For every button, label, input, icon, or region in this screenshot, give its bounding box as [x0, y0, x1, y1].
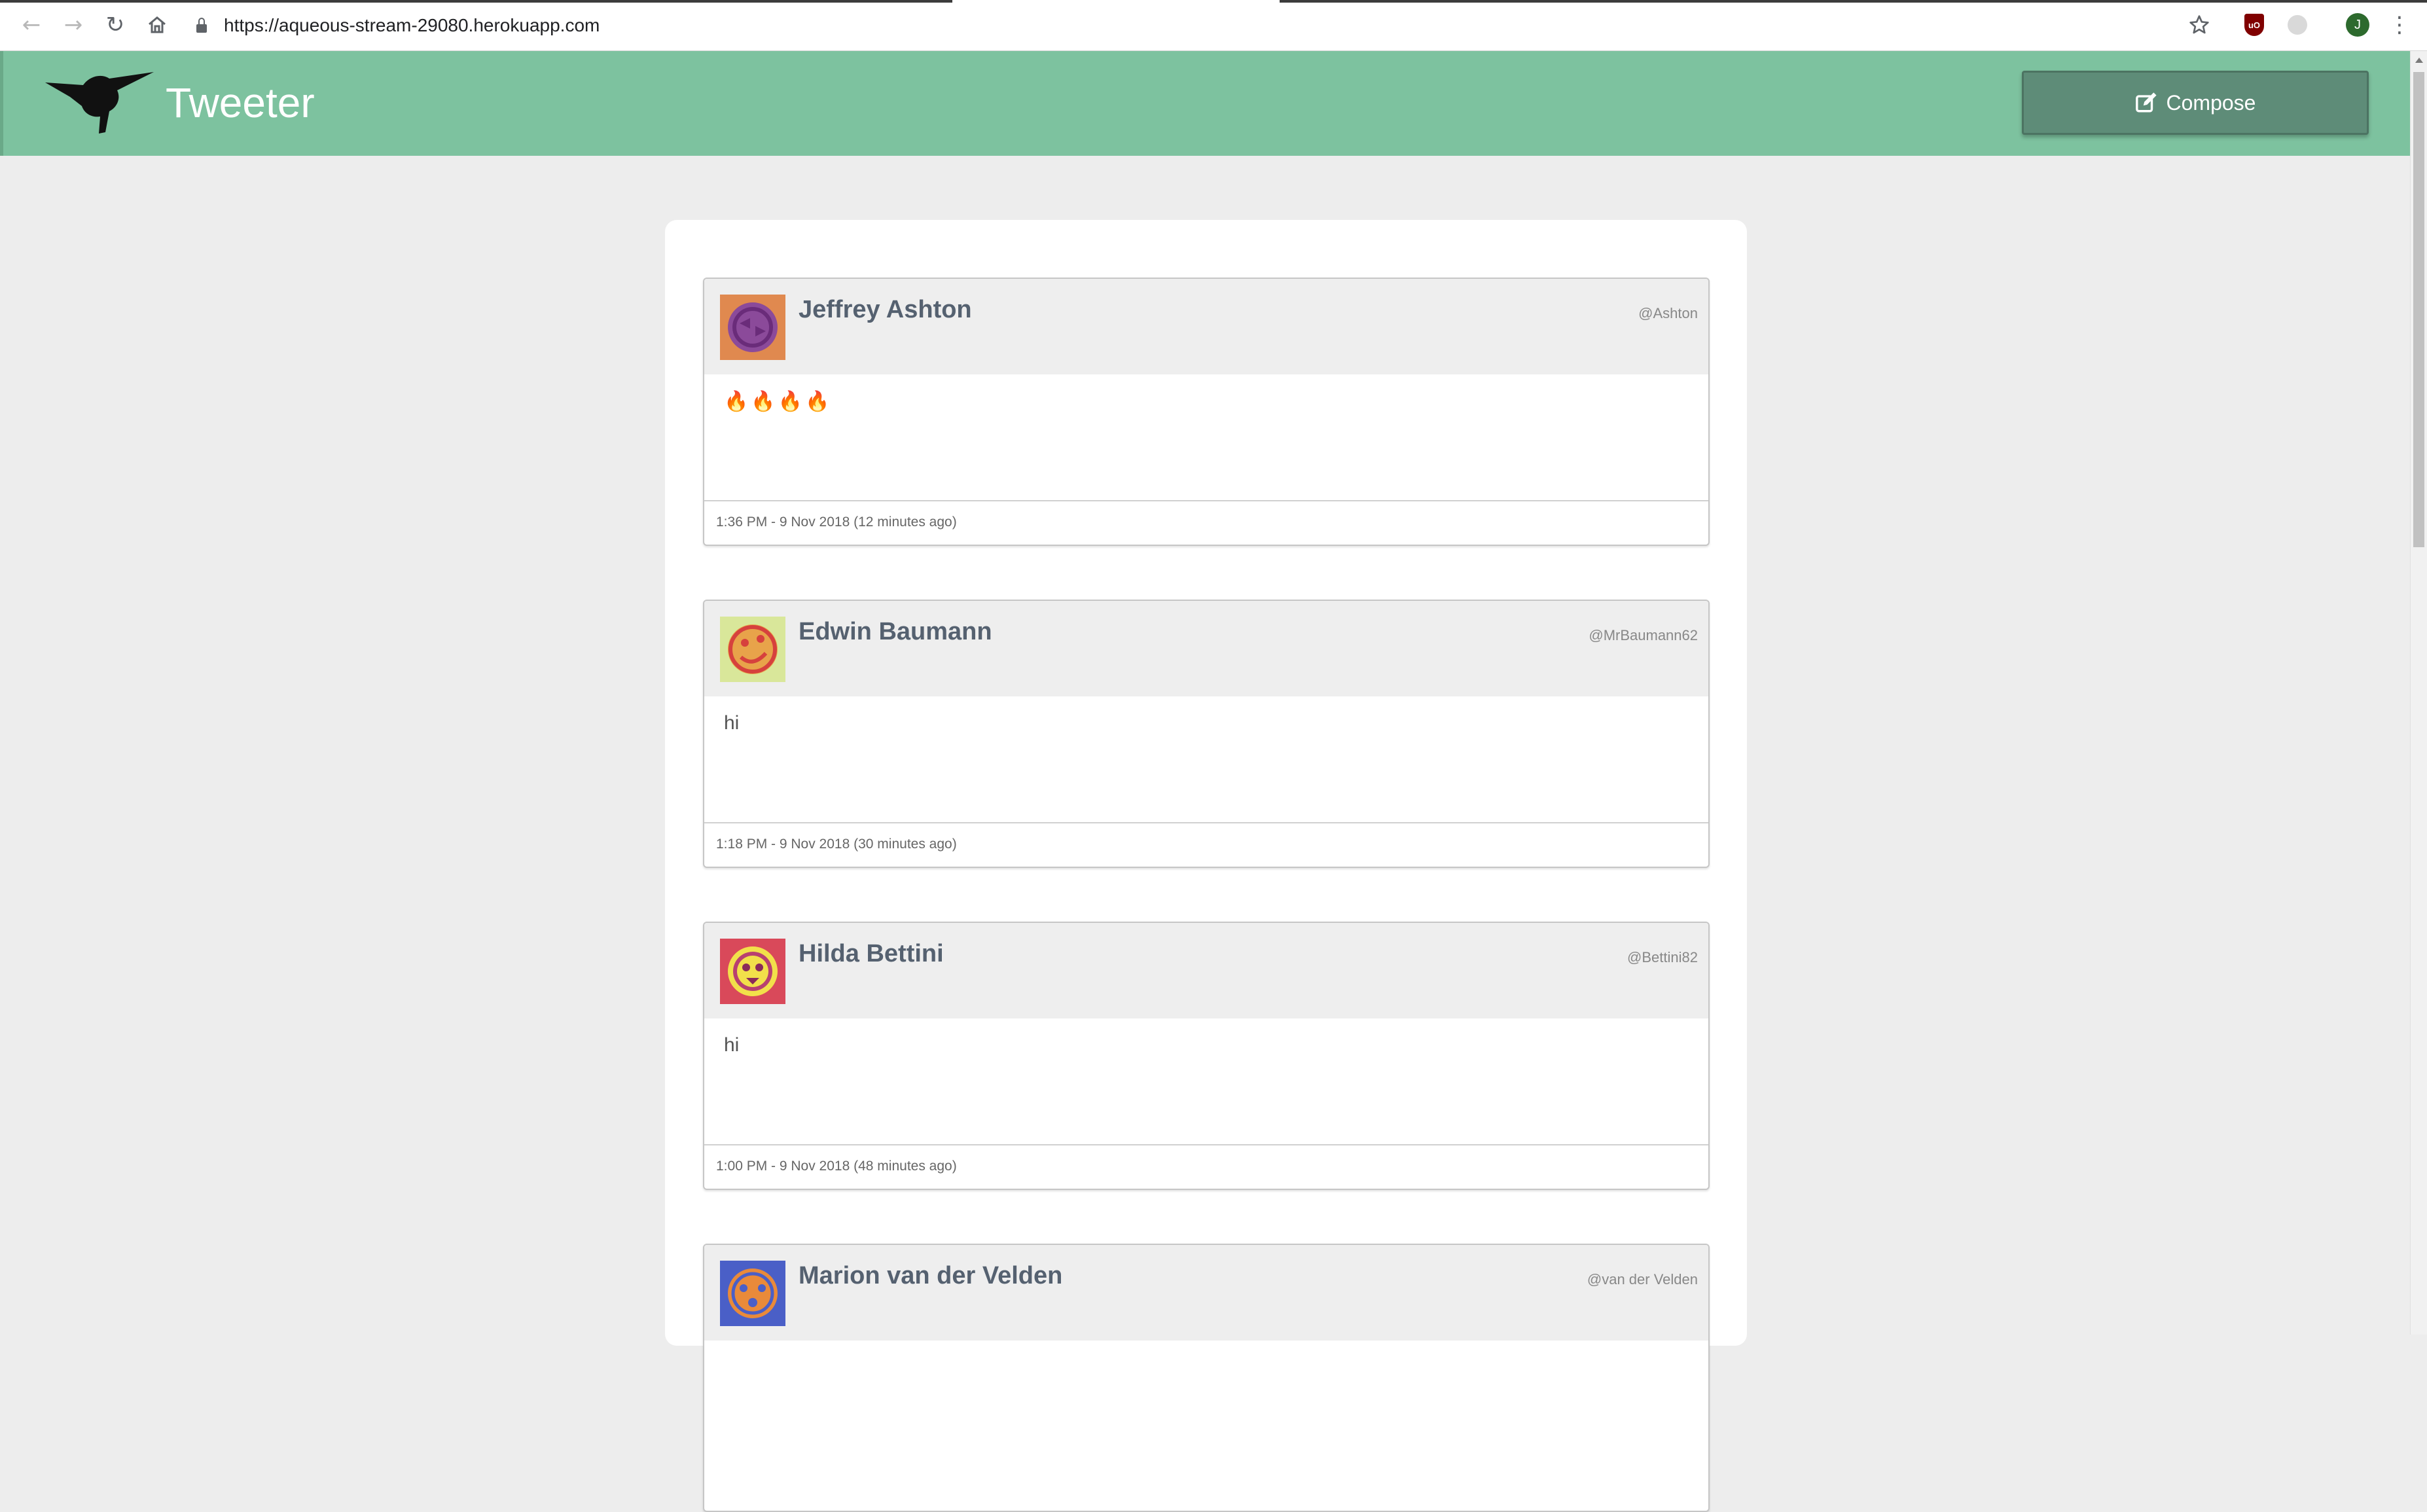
reload-button[interactable]: ↻ — [101, 10, 130, 39]
tweet-author-name[interactable]: Edwin Baumann — [799, 618, 992, 646]
tweet-content: 🔥🔥🔥🔥 — [724, 390, 833, 413]
active-tab[interactable] — [952, 0, 1280, 3]
lock-icon — [196, 17, 207, 33]
tweet-author-handle[interactable]: @Ashton — [1638, 305, 1698, 322]
browser-toolbar: ← → ↻ https://aqueous-stream-29080.herok… — [0, 0, 2427, 51]
tweet-author-handle[interactable]: @MrBaumann62 — [1589, 627, 1698, 644]
address-bar[interactable]: https://aqueous-stream-29080.herokuapp.c… — [196, 9, 2193, 42]
tweet-footer: 1:00 PM - 9 Nov 2018 (48 minutes ago) — [704, 1144, 1708, 1189]
ublock-extension[interactable]: uO — [2241, 12, 2267, 38]
tweet-header: Hilda Bettini @Bettini82 — [704, 923, 1708, 1018]
extension-button[interactable] — [2284, 12, 2310, 38]
tweet-card: Edwin Baumann @MrBaumann62 hi 1:18 PM - … — [703, 600, 1710, 868]
tweet-header: Marion van der Velden @van der Velden — [704, 1245, 1708, 1341]
bookmark-button[interactable] — [2186, 12, 2212, 38]
shield-icon: uO — [2244, 14, 2264, 36]
home-icon — [149, 16, 166, 33]
reload-icon: ↻ — [105, 12, 125, 38]
tweet-timestamp: 1:36 PM - 9 Nov 2018 (12 minutes ago) — [716, 514, 957, 530]
arrow-left-icon: ← — [22, 12, 41, 38]
home-button[interactable] — [143, 10, 171, 39]
edit-icon — [2135, 92, 2157, 113]
tweet-author-handle[interactable]: @van der Velden — [1587, 1271, 1698, 1288]
tweet-timestamp: 1:18 PM - 9 Nov 2018 (30 minutes ago) — [716, 837, 957, 852]
tweet-footer: 1:36 PM - 9 Nov 2018 (12 minutes ago) — [704, 500, 1708, 545]
scrollbar-thumb[interactable] — [2413, 72, 2424, 547]
tab-strip — [0, 0, 2427, 3]
brand-title[interactable]: Tweeter — [166, 79, 315, 127]
tweet-author-name[interactable]: Jeffrey Ashton — [799, 296, 972, 324]
tweet-footer: 1:18 PM - 9 Nov 2018 (30 minutes ago) — [704, 822, 1708, 867]
avatar[interactable] — [720, 939, 785, 1004]
tweet-feed: Jeffrey Ashton @Ashton 🔥🔥🔥🔥 1:36 PM - 9 … — [665, 220, 1747, 1512]
avatar[interactable] — [720, 295, 785, 360]
tweet-content: hi — [724, 1034, 740, 1056]
tweet-header: Edwin Baumann @MrBaumann62 — [704, 601, 1708, 696]
page-scrollbar[interactable] — [2410, 51, 2427, 1335]
tweet-card: Hilda Bettini @Bettini82 hi 1:00 PM - 9 … — [703, 922, 1710, 1190]
avatar[interactable] — [720, 617, 785, 682]
tweet-author-handle[interactable]: @Bettini82 — [1627, 949, 1698, 966]
compose-button[interactable]: Compose — [2022, 71, 2369, 135]
hummingbird-icon — [45, 72, 154, 134]
tweet-header: Jeffrey Ashton @Ashton — [704, 279, 1708, 374]
tweet-card: Marion van der Velden @van der Velden — [703, 1244, 1710, 1512]
profile-avatar[interactable]: J — [2345, 12, 2371, 38]
arrow-right-icon: → — [63, 12, 83, 38]
compose-label: Compose — [2166, 90, 2256, 115]
tweet-card: Jeffrey Ashton @Ashton 🔥🔥🔥🔥 1:36 PM - 9 … — [703, 278, 1710, 546]
profile-initial: J — [2346, 13, 2369, 37]
kebab-menu-icon: ⋮ — [2388, 12, 2411, 38]
url-text: https://aqueous-stream-29080.herokuapp.c… — [224, 15, 600, 35]
star-icon — [2189, 15, 2209, 34]
tweet-timestamp: 1:00 PM - 9 Nov 2018 (48 minutes ago) — [716, 1159, 957, 1174]
tweet-content: hi — [724, 712, 740, 734]
browser-menu-button[interactable]: ⋮ — [2386, 12, 2413, 38]
forward-button[interactable]: → — [59, 10, 88, 39]
tweet-author-name[interactable]: Marion van der Velden — [799, 1262, 1062, 1290]
app-header: Tweeter Compose — [0, 51, 2410, 156]
back-button[interactable]: ← — [17, 10, 46, 39]
scroll-up-arrow[interactable] — [2415, 58, 2423, 63]
tweet-author-name[interactable]: Hilda Bettini — [799, 940, 944, 968]
extension-icon — [2288, 15, 2307, 35]
avatar[interactable] — [720, 1261, 785, 1326]
